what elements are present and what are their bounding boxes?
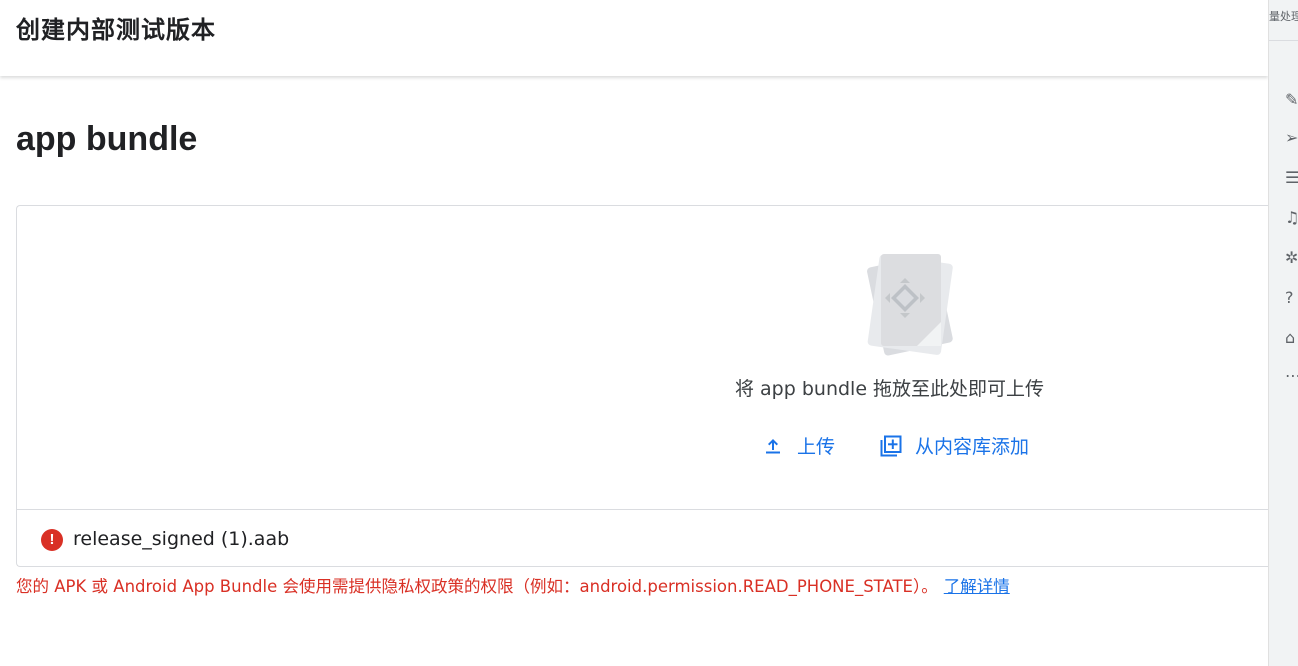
app-bundle-dropzone[interactable]: 将 app bundle 拖放至此处即可上传 上传 从内容库添加 ! relea… (16, 205, 1278, 567)
file-name: release_signed (1).aab (73, 528, 290, 550)
help-icon[interactable]: ? (1285, 288, 1298, 308)
bug-icon[interactable]: ✲ (1285, 248, 1298, 268)
upload-label: 上传 (797, 436, 836, 458)
uploaded-file-row[interactable]: ! release_signed (1).aab (17, 509, 1278, 567)
shirt-icon[interactable]: ⌂ (1285, 328, 1298, 348)
error-text: 您的 APK 或 Android App Bundle 会使用需提供隐私权政策的… (16, 577, 938, 596)
bundle-file-illustration (867, 254, 953, 356)
learn-more-link[interactable]: 了解详情 (944, 577, 1010, 596)
upload-button[interactable]: 上传 (761, 432, 835, 459)
more-icon[interactable]: ⋯ (1285, 366, 1298, 386)
headset-icon[interactable]: ♫ (1285, 208, 1298, 228)
permission-error-message: 您的 APK 或 Android App Bundle 会使用需提供隐私权政策的… (16, 573, 1010, 597)
edit-icon[interactable]: ✎ (1285, 90, 1298, 110)
right-side-rail: 量处理 ✎ ➢ ☰ ♫ ✲ ? ⌂ ⋯ (1268, 0, 1298, 666)
drop-instruction: 将 app bundle 拖放至此处即可上传 (735, 378, 1045, 400)
list-icon[interactable]: ☰ (1285, 168, 1298, 188)
upload-icon (761, 434, 785, 458)
send-icon[interactable]: ➢ (1285, 128, 1298, 148)
page-title: 创建内部测试版本 (16, 16, 216, 44)
section-title: app bundle (16, 120, 198, 158)
library-label: 从内容库添加 (915, 436, 1030, 458)
drop-area[interactable]: 将 app bundle 拖放至此处即可上传 上传 从内容库添加 (17, 206, 1278, 509)
add-from-library-button[interactable]: 从内容库添加 (879, 432, 1029, 459)
rail-partial-label: 量处理 (1269, 10, 1298, 23)
rail-divider (1269, 40, 1298, 41)
page-header: 创建内部测试版本 (0, 0, 1268, 76)
error-icon: ! (41, 529, 63, 551)
library-add-icon (879, 434, 903, 458)
